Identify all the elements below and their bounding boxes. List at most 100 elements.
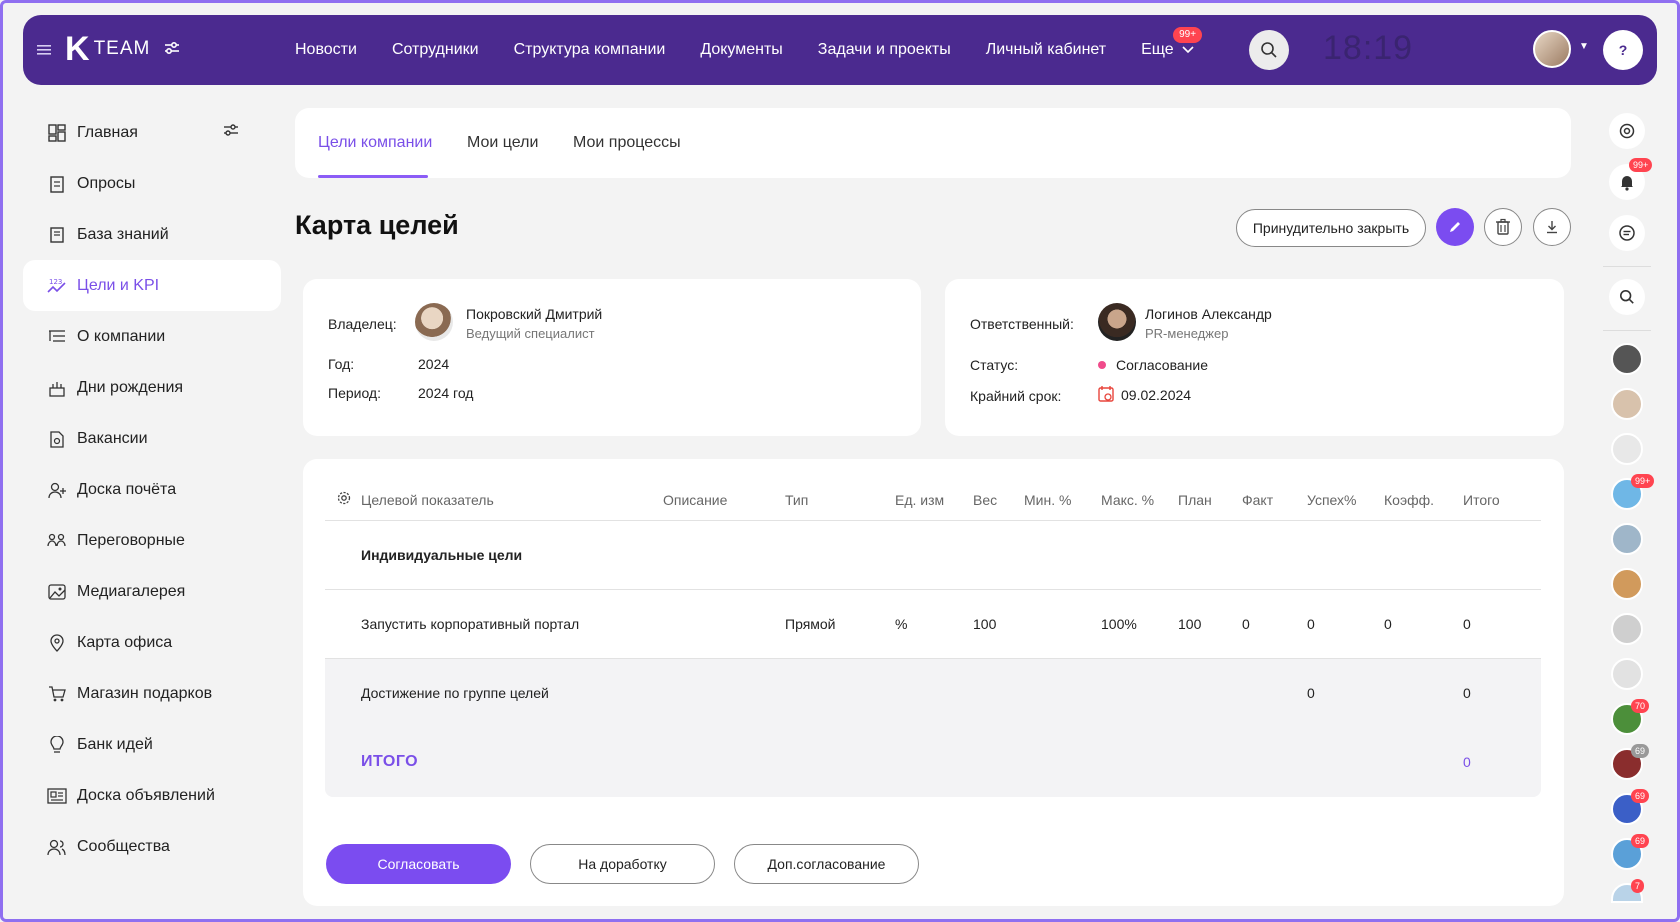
nav-structure[interactable]: Структура компании bbox=[514, 41, 666, 59]
sidebar-item-gift-shop[interactable]: Магазин подарков bbox=[23, 668, 281, 719]
grand-total-value: 0 bbox=[1463, 754, 1471, 770]
sidebar-item-knowledge[interactable]: База знаний bbox=[23, 209, 281, 260]
sidebar-item-label: Карта офиса bbox=[77, 633, 173, 651]
contact-avatar[interactable]: 99+ bbox=[1611, 474, 1655, 510]
survey-icon bbox=[47, 174, 67, 194]
tab-my-processes[interactable]: Мои процессы bbox=[573, 134, 681, 152]
responsible-avatar[interactable] bbox=[1098, 303, 1136, 341]
tabs-bar: Цели компании Мои цели Мои процессы bbox=[295, 108, 1571, 178]
contact-avatar[interactable]: 69 bbox=[1611, 789, 1650, 825]
nav-cabinet[interactable]: Личный кабинет bbox=[986, 41, 1106, 59]
period-value: 2024 год bbox=[418, 385, 474, 401]
column-settings-icon[interactable] bbox=[337, 491, 351, 508]
th-plan[interactable]: План bbox=[1178, 492, 1212, 508]
notifications-badge: 99+ bbox=[1629, 158, 1653, 172]
force-close-button[interactable]: Принудительно закрыть bbox=[1236, 209, 1426, 247]
sync-icon bbox=[1619, 123, 1635, 139]
th-max[interactable]: Макс. % bbox=[1101, 492, 1154, 508]
grand-total-label: ИТОГО bbox=[361, 753, 419, 770]
sidebar-item-communities[interactable]: Сообщества bbox=[23, 821, 281, 872]
nav-more[interactable]: Еще 99+ bbox=[1141, 27, 1203, 59]
contact-avatar[interactable] bbox=[1611, 568, 1643, 600]
sidebar-item-label: Дни рождения bbox=[77, 378, 184, 396]
settings-sliders-icon[interactable] bbox=[164, 41, 180, 58]
sidebar-item-home[interactable]: Главная bbox=[23, 107, 281, 158]
menu-icon[interactable] bbox=[37, 43, 53, 61]
sidebar-item-board[interactable]: Доска объявлений bbox=[23, 770, 281, 821]
responsible-card: Ответственный: Логинов Александр PR-мене… bbox=[945, 279, 1564, 436]
owner-name[interactable]: Покровский Дмитрий bbox=[466, 306, 602, 322]
search-button[interactable] bbox=[1249, 30, 1289, 70]
contact-avatar[interactable] bbox=[1611, 343, 1643, 375]
contact-avatar[interactable] bbox=[1611, 658, 1643, 690]
contact-avatar[interactable]: 69 bbox=[1611, 834, 1650, 870]
sidebar-item-label: Опросы bbox=[77, 174, 136, 192]
pin-icon bbox=[47, 633, 67, 653]
download-button[interactable] bbox=[1533, 208, 1571, 246]
th-fact[interactable]: Факт bbox=[1242, 492, 1273, 508]
sidebar-item-gallery[interactable]: Медиагалерея bbox=[23, 566, 281, 617]
nav-tasks[interactable]: Задачи и проекты bbox=[818, 41, 951, 59]
sidebar-item-vacancies[interactable]: Вакансии bbox=[23, 413, 281, 464]
notifications-button[interactable]: 99+ bbox=[1609, 158, 1653, 200]
cake-icon bbox=[47, 378, 67, 398]
contact-avatar[interactable] bbox=[1611, 523, 1643, 555]
sidebar-item-birthdays[interactable]: Дни рождения bbox=[23, 362, 281, 413]
nav-news[interactable]: Новости bbox=[295, 41, 357, 59]
help-button[interactable]: ? bbox=[1603, 30, 1643, 70]
logo-team: TEAM bbox=[93, 38, 151, 59]
cart-icon bbox=[47, 684, 67, 704]
contact-avatar[interactable] bbox=[1611, 388, 1643, 420]
th-weight[interactable]: Вес bbox=[973, 492, 997, 508]
sidebar-item-honor[interactable]: Доска почёта bbox=[23, 464, 281, 515]
tab-company-goals[interactable]: Цели компании bbox=[318, 134, 432, 152]
th-type[interactable]: Тип bbox=[785, 492, 808, 508]
extra-approval-button[interactable]: Доп.согласование bbox=[734, 844, 919, 884]
contacts-search-button[interactable] bbox=[1609, 279, 1645, 315]
owner-avatar[interactable] bbox=[415, 303, 453, 341]
tab-my-goals[interactable]: Мои цели bbox=[467, 134, 538, 152]
contact-avatar[interactable] bbox=[1611, 613, 1643, 645]
sidebar-item-label: Банк идей bbox=[77, 735, 153, 753]
sidebar-item-ideas[interactable]: Банк идей bbox=[23, 719, 281, 770]
goal-total: 0 bbox=[1463, 616, 1471, 632]
th-coef[interactable]: Коэфф. bbox=[1384, 492, 1434, 508]
th-unit[interactable]: Ед. изм bbox=[895, 492, 944, 508]
sync-button[interactable] bbox=[1609, 113, 1645, 149]
sidebar-item-kpi[interactable]: 123 Цели и KPI bbox=[23, 260, 281, 311]
th-description[interactable]: Описание bbox=[663, 492, 727, 508]
goal-unit: % bbox=[895, 616, 908, 632]
user-avatar[interactable] bbox=[1533, 30, 1571, 68]
caret-down-icon[interactable]: ▼ bbox=[1579, 41, 1589, 52]
contact-avatar[interactable]: 69 bbox=[1611, 744, 1650, 780]
sidebar-item-office-map[interactable]: Карта офиса bbox=[23, 617, 281, 668]
logo[interactable]: K TEAM bbox=[65, 32, 180, 66]
chat-icon bbox=[1619, 225, 1635, 241]
year-value: 2024 bbox=[418, 356, 450, 372]
sidebar-item-surveys[interactable]: Опросы bbox=[23, 158, 281, 209]
goal-name[interactable]: Запустить корпоративный портал bbox=[361, 616, 579, 632]
period-label: Период: bbox=[328, 385, 381, 401]
th-min[interactable]: Мин. % bbox=[1024, 492, 1071, 508]
th-goal[interactable]: Целевой показатель bbox=[361, 492, 494, 508]
th-success[interactable]: Успех% bbox=[1307, 492, 1356, 508]
deadline-label: Крайний срок: bbox=[970, 388, 1062, 404]
tune-icon[interactable] bbox=[223, 123, 239, 142]
th-total[interactable]: Итого bbox=[1463, 492, 1500, 508]
delete-button[interactable] bbox=[1484, 208, 1522, 246]
sidebar: Главная Опросы База знаний 123 Цели и KP… bbox=[23, 107, 281, 872]
nav-employees[interactable]: Сотрудники bbox=[392, 41, 479, 59]
rework-button[interactable]: На доработку bbox=[530, 844, 715, 884]
sidebar-item-company[interactable]: О компании bbox=[23, 311, 281, 362]
contact-avatar[interactable] bbox=[1611, 433, 1643, 465]
edit-button[interactable] bbox=[1436, 208, 1474, 246]
contact-avatar[interactable]: 70 bbox=[1611, 699, 1650, 735]
sidebar-item-meeting[interactable]: Переговорные bbox=[23, 515, 281, 566]
table-row[interactable]: Запустить корпоративный портал Прямой % … bbox=[325, 590, 1541, 659]
divider bbox=[1603, 266, 1651, 267]
approve-button[interactable]: Согласовать bbox=[326, 844, 511, 884]
contact-avatar[interactable]: 7 bbox=[1611, 879, 1645, 903]
responsible-name[interactable]: Логинов Александр bbox=[1145, 306, 1272, 322]
nav-documents[interactable]: Документы bbox=[700, 41, 782, 59]
chat-button[interactable] bbox=[1609, 215, 1645, 251]
